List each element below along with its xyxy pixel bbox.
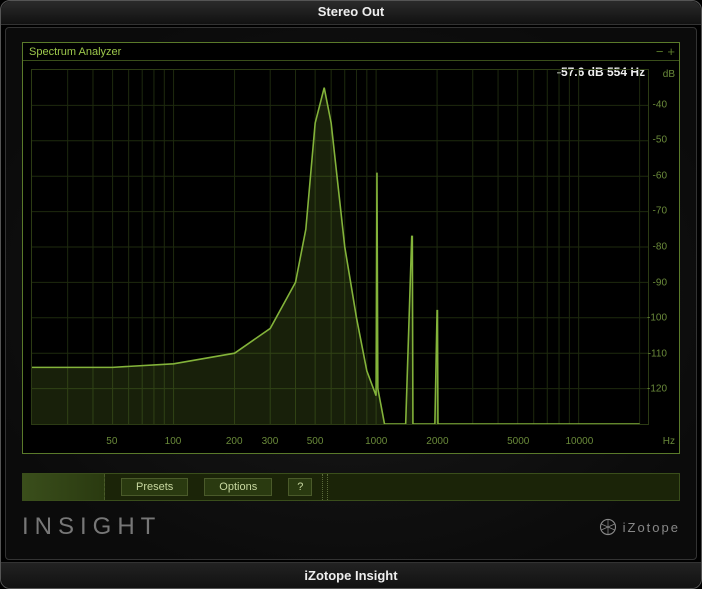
panel-title: Spectrum Analyzer <box>29 46 121 58</box>
spectrum-curve <box>32 70 648 424</box>
izotope-logo-icon <box>599 518 617 536</box>
window-titlebar[interactable]: Stereo Out <box>1 1 701 25</box>
help-button[interactable]: ? <box>288 478 312 496</box>
x-axis-tick: 50 <box>106 436 117 447</box>
x-axis-tick: 10000 <box>566 436 594 447</box>
x-axis-tick: 300 <box>262 436 279 447</box>
y-axis-tick: -100 <box>647 313 667 324</box>
branding: INSIGHT iZotope <box>22 509 680 545</box>
product-name: INSIGHT <box>22 513 161 541</box>
footer-label: iZotope Insight <box>304 568 397 583</box>
x-axis-tick: 100 <box>165 436 182 447</box>
y-axis-tick: -80 <box>653 242 667 253</box>
y-axis-unit: dB <box>663 69 675 80</box>
x-axis-unit: Hz <box>663 436 675 447</box>
y-axis-tick: -70 <box>653 206 667 217</box>
options-button[interactable]: Options <box>204 478 272 496</box>
panel-maximize-button[interactable]: + <box>667 43 675 61</box>
y-axis-tick: -40 <box>653 99 667 110</box>
y-axis-tick: -60 <box>653 170 667 181</box>
company-branding: iZotope <box>599 518 680 536</box>
x-axis-tick: 5000 <box>507 436 529 447</box>
plugin-footer: iZotope Insight <box>1 562 701 588</box>
x-axis-tick: 500 <box>307 436 324 447</box>
spectrum-plot[interactable] <box>31 69 649 425</box>
company-name: iZotope <box>623 520 680 535</box>
plugin-body: Spectrum Analyzer − + -57.6 dB 554 Hz dB… <box>5 27 697 560</box>
window-title: Stereo Out <box>318 4 384 19</box>
chart-area: -57.6 dB 554 Hz dB -40-50-60-70-80-90-10… <box>23 61 679 453</box>
presets-button[interactable]: Presets <box>121 478 188 496</box>
y-axis: dB -40-50-60-70-80-90-100-110-120 <box>651 69 679 425</box>
x-axis-tick: 2000 <box>426 436 448 447</box>
panel-header: Spectrum Analyzer − + <box>23 43 679 61</box>
x-axis-tick: 1000 <box>365 436 387 447</box>
toolbar-handle-icon[interactable] <box>322 474 328 500</box>
y-axis-tick: -50 <box>653 135 667 146</box>
panel-minimize-button[interactable]: − <box>656 43 664 61</box>
y-axis-tick: -110 <box>648 348 667 359</box>
y-axis-tick: -120 <box>647 384 667 395</box>
x-axis-tick: 200 <box>226 436 243 447</box>
toolbar: Presets Options ? <box>22 473 680 501</box>
toolbar-drag-region[interactable] <box>23 474 105 500</box>
y-axis-tick: -90 <box>653 277 667 288</box>
x-axis: Hz 5010020030050010002000500010000 <box>31 431 649 447</box>
spectrum-analyzer-panel: Spectrum Analyzer − + -57.6 dB 554 Hz dB… <box>22 42 680 454</box>
